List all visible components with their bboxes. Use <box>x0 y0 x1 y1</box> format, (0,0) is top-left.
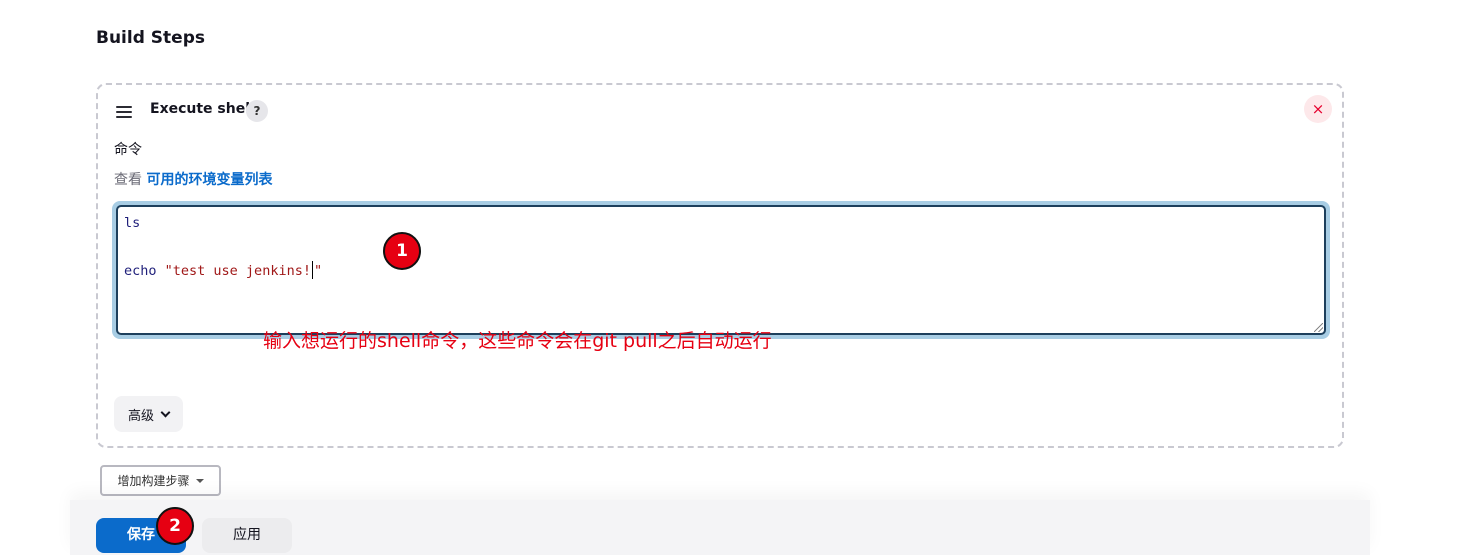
close-icon[interactable]: × <box>1304 95 1332 123</box>
code-string-b: " <box>313 263 323 279</box>
add-build-step-label: 增加构建步骤 <box>117 474 190 488</box>
annotation-marker-1: 1 <box>383 232 421 270</box>
drag-handle-icon[interactable] <box>116 106 132 118</box>
code-string-a: "test use jenkins! <box>164 263 311 279</box>
advanced-button[interactable]: 高级 <box>114 396 184 432</box>
execute-shell-step: Execute shell ? × 命令 查看 可用的环境变量列表 ls ech… <box>96 83 1344 448</box>
help-icon[interactable]: ? <box>246 100 268 122</box>
chevron-down-icon <box>160 407 171 417</box>
command-editor-focus-ring: ls echo "test use jenkins! " <box>112 201 1330 339</box>
env-vars-line: 查看 可用的环境变量列表 <box>114 169 272 189</box>
annotation-note: 输入想运行的shell命令，这些命令会在git pull之后自动运行 <box>263 330 772 352</box>
code-echo: echo <box>124 263 157 279</box>
add-build-step-button[interactable]: 增加构建步骤 <box>100 465 221 496</box>
resize-grip-icon[interactable] <box>1314 323 1323 332</box>
annotation-marker-2: 2 <box>156 507 194 545</box>
command-label: 命令 <box>114 142 142 158</box>
apply-button[interactable]: 应用 <box>202 518 292 553</box>
env-vars-link[interactable]: 可用的环境变量列表 <box>146 172 272 188</box>
code-line-3: echo "test use jenkins! " <box>124 261 322 279</box>
advanced-label: 高级 <box>128 408 155 424</box>
code-line-1: ls <box>124 215 141 231</box>
command-editor[interactable]: ls echo "test use jenkins! " <box>116 205 1326 335</box>
caret-down-icon <box>195 478 204 483</box>
env-prefix: 查看 <box>114 172 142 188</box>
text-caret <box>311 261 313 279</box>
step-title: Execute shell <box>150 101 255 117</box>
build-steps-title: Build Steps <box>96 28 205 48</box>
